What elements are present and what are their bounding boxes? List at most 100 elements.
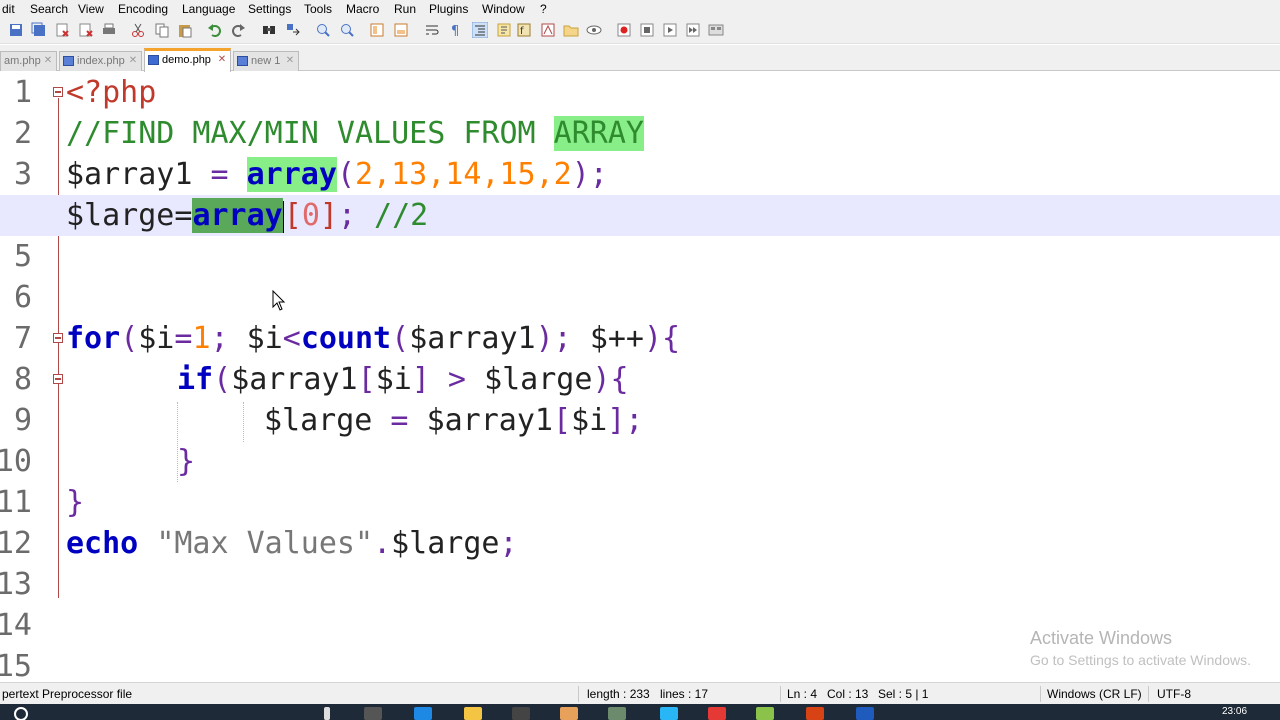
- menu-window[interactable]: Window: [482, 2, 525, 16]
- activation-watermark-subtitle: Go to Settings to activate Windows.: [1030, 652, 1251, 668]
- status-lines: lines : 17: [660, 687, 709, 701]
- status-eol[interactable]: Windows (CR LF): [1047, 687, 1142, 701]
- fold-toggle-icon[interactable]: [53, 374, 63, 384]
- close-icon[interactable]: ✕: [285, 56, 295, 66]
- redo-icon[interactable]: [230, 22, 246, 38]
- tab-label: index.php: [77, 55, 125, 67]
- menu-language[interactable]: Language: [182, 2, 235, 16]
- menu-run[interactable]: Run: [394, 2, 416, 16]
- toolbar: ¶ f: [0, 18, 1280, 44]
- stop-macro-icon[interactable]: [639, 22, 655, 38]
- mic-icon[interactable]: [324, 707, 330, 720]
- copy-icon[interactable]: [154, 22, 170, 38]
- file-icon: [148, 55, 159, 65]
- store-icon[interactable]: [512, 707, 530, 720]
- close-icon[interactable]: ✕: [128, 56, 138, 66]
- show-all-chars-icon[interactable]: ¶: [448, 22, 464, 38]
- line-number: 15: [0, 649, 32, 680]
- line-number: 5: [13, 239, 32, 274]
- paste-icon[interactable]: [177, 22, 193, 38]
- close-icon[interactable]: ✕: [43, 56, 53, 66]
- fold-toggle-icon[interactable]: [53, 87, 63, 97]
- save-macro-icon[interactable]: [708, 22, 724, 38]
- close-all-icon[interactable]: [78, 22, 94, 38]
- operator: =: [174, 321, 193, 356]
- menu-edit[interactable]: dit: [2, 2, 15, 16]
- sync-horizontal-icon[interactable]: [393, 22, 409, 38]
- save-all-icon[interactable]: [31, 22, 47, 38]
- edge-icon[interactable]: [414, 707, 432, 720]
- menu-macro[interactable]: Macro: [346, 2, 379, 16]
- menu-tools[interactable]: Tools: [304, 2, 332, 16]
- paren: (: [213, 362, 232, 397]
- function-list-icon[interactable]: f: [516, 22, 532, 38]
- language-icon[interactable]: [496, 22, 512, 38]
- sync-vertical-icon[interactable]: [369, 22, 385, 38]
- divider: [578, 686, 579, 702]
- taskbar-clock[interactable]: 23:06: [1222, 707, 1247, 717]
- powerpoint-icon[interactable]: [806, 707, 824, 720]
- tab-label: new 1: [251, 55, 281, 67]
- record-macro-icon[interactable]: [616, 22, 632, 38]
- code-line-4: $large=array[0]; //2: [0, 195, 1280, 236]
- comment: //2: [356, 198, 429, 233]
- search-icon[interactable]: [14, 707, 28, 720]
- word-wrap-icon[interactable]: [424, 22, 440, 38]
- activation-watermark-title: Activate Windows: [1030, 628, 1173, 648]
- line-number: 8: [13, 362, 32, 397]
- variable: $large: [484, 362, 593, 397]
- app-icon[interactable]: [608, 707, 626, 720]
- menu-encoding[interactable]: Encoding: [118, 2, 168, 16]
- close-icon[interactable]: [54, 22, 70, 38]
- menu-view[interactable]: View: [78, 2, 104, 16]
- tab-demo-php[interactable]: demo.php ✕: [144, 48, 231, 72]
- line-number: 14: [0, 608, 32, 643]
- indent-guide-icon[interactable]: [472, 22, 488, 38]
- paren: );: [535, 321, 572, 356]
- find-icon[interactable]: [261, 22, 277, 38]
- svg-text:¶: ¶: [451, 24, 459, 38]
- tab-new-1[interactable]: new 1 ✕: [233, 51, 299, 71]
- code-editor[interactable]: 1 2 3 4 5 6 7 8 9 10 11 12 13 14 15 <?ph…: [0, 72, 1280, 680]
- menu-search[interactable]: Search: [30, 2, 68, 16]
- tab-am-php[interactable]: am.php ✕: [0, 51, 57, 71]
- cut-icon[interactable]: [130, 22, 146, 38]
- menu-help[interactable]: ?: [540, 2, 547, 16]
- file-explorer-icon[interactable]: [464, 707, 482, 720]
- replace-icon[interactable]: [285, 22, 301, 38]
- code-line-10: }: [177, 441, 1280, 482]
- app-icon[interactable]: [560, 707, 578, 720]
- run-macro-multiple-icon[interactable]: [685, 22, 701, 38]
- undo-icon[interactable]: [207, 22, 223, 38]
- code-area[interactable]: <?php //FIND MAX/MIN VALUES FROM ARRAY $…: [0, 72, 1280, 680]
- variable: $i: [138, 321, 175, 356]
- divider: [780, 686, 781, 702]
- file-icon: [237, 56, 248, 66]
- close-icon[interactable]: ✕: [217, 55, 227, 65]
- operator: .: [373, 526, 392, 561]
- paren: );: [571, 157, 608, 192]
- semicolon: ;: [210, 321, 247, 356]
- monitor-icon[interactable]: [586, 22, 602, 38]
- save-icon[interactable]: [8, 22, 24, 38]
- skype-icon[interactable]: [660, 707, 678, 720]
- chrome-icon[interactable]: [708, 707, 726, 720]
- task-view-icon[interactable]: [364, 707, 382, 720]
- folder-icon[interactable]: [563, 22, 579, 38]
- tab-index-php[interactable]: index.php ✕: [59, 51, 142, 71]
- menu-settings[interactable]: Settings: [248, 2, 291, 16]
- svg-text:f: f: [520, 26, 524, 37]
- zoom-out-icon[interactable]: [339, 22, 355, 38]
- menu-plugins[interactable]: Plugins: [429, 2, 468, 16]
- zoom-in-icon[interactable]: [315, 22, 331, 38]
- play-macro-icon[interactable]: [662, 22, 678, 38]
- doc-map-icon[interactable]: [540, 22, 556, 38]
- line-number: 2: [13, 116, 32, 151]
- fold-margin: [48, 72, 66, 680]
- print-icon[interactable]: [101, 22, 117, 38]
- notepadpp-icon[interactable]: [756, 707, 774, 720]
- fold-toggle-icon[interactable]: [53, 333, 63, 343]
- word-icon[interactable]: [856, 707, 874, 720]
- status-encoding[interactable]: UTF-8: [1157, 687, 1191, 701]
- tab-label: am.php: [4, 55, 41, 67]
